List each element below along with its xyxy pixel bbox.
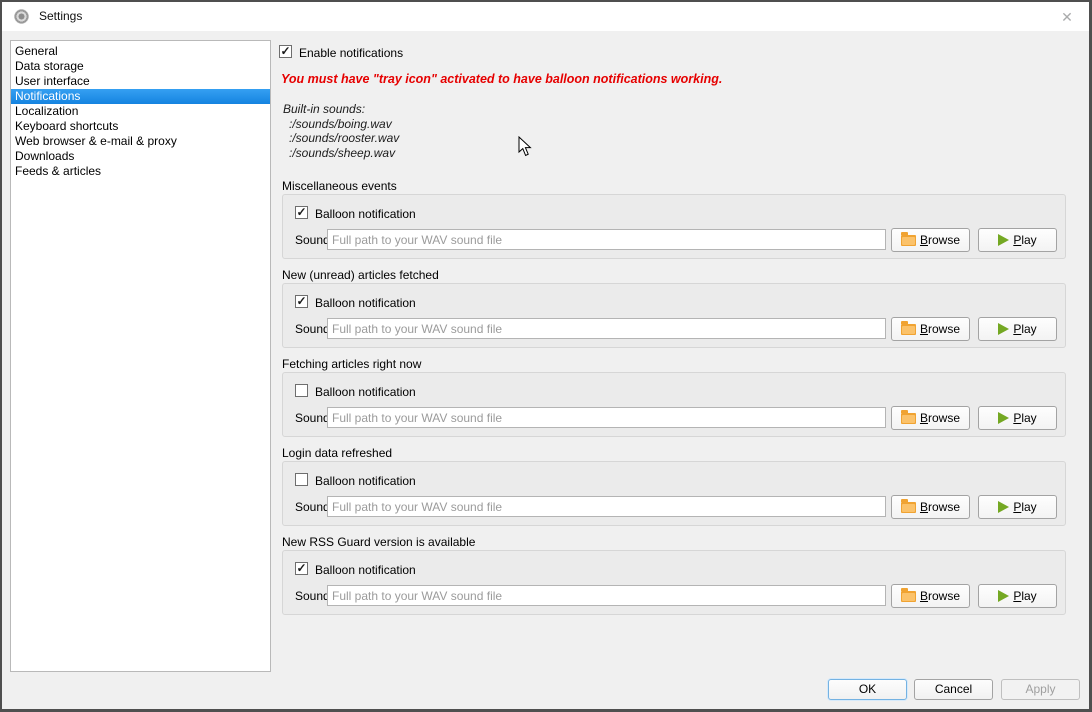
title-bar: Settings ✕ [2,2,1089,31]
sound-label: Sound [295,233,330,247]
section-title-miscellaneous-events: Miscellaneous events [282,179,397,193]
play-icon [998,234,1009,246]
enable-notifications-checkbox[interactable]: ✓ [279,45,292,58]
balloon-notification-label: Balloon notification [315,563,416,577]
sound-label: Sound [295,322,330,336]
sidebar-item-notifications[interactable]: Notifications [11,89,270,104]
balloon-notification-checkbox-new-rss-guard-version-is-available[interactable]: ✓ [295,562,308,575]
browse-button-fetching-articles-right-now[interactable]: Browse [891,406,970,430]
balloon-notification-checkbox-miscellaneous-events[interactable]: ✓ [295,206,308,219]
window-title: Settings [39,9,82,23]
play-button-new-unread-articles-fetched[interactable]: Play [978,317,1057,341]
sound-label: Sound [295,411,330,425]
sound-path-input-fetching-articles-right-now[interactable] [327,407,886,428]
sound-label: Sound [295,589,330,603]
play-button-new-rss-guard-version-is-available-label: Play [1013,589,1036,603]
browse-button-new-rss-guard-version-is-available-label: Browse [920,589,960,603]
section-title-login-data-refreshed: Login data refreshed [282,446,392,460]
balloon-notification-checkbox-fetching-articles-right-now[interactable] [295,384,308,397]
play-button-login-data-refreshed[interactable]: Play [978,495,1057,519]
balloon-notification-label: Balloon notification [315,296,416,310]
section-box-new-rss-guard-version-is-available: ✓ Balloon notification Sound Browse Play [282,550,1066,615]
mouse-cursor [518,136,532,157]
balloon-notification-checkbox-login-data-refreshed[interactable] [295,473,308,486]
play-button-miscellaneous-events-label: Play [1013,233,1036,247]
browse-button-fetching-articles-right-now-label: Browse [920,411,960,425]
section-title-new-unread-articles-fetched: New (unread) articles fetched [282,268,439,282]
tray-icon-warning-text: You must have "tray icon" activated to h… [281,72,722,86]
sound-label: Sound [295,500,330,514]
sidebar-item-web-browser-e-mail-proxy[interactable]: Web browser & e-mail & proxy [11,134,270,149]
sidebar-item-feeds-articles[interactable]: Feeds & articles [11,164,270,179]
sound-path-input-miscellaneous-events[interactable] [327,229,886,250]
sidebar-item-downloads[interactable]: Downloads [11,149,270,164]
builtin-sound-path: :/sounds/boing.wav [283,117,399,132]
section-box-miscellaneous-events: ✓ Balloon notification Sound Browse Play [282,194,1066,259]
sidebar-item-data-storage[interactable]: Data storage [11,59,270,74]
play-button-new-unread-articles-fetched-label: Play [1013,322,1036,336]
folder-icon [901,591,916,602]
sidebar-item-general[interactable]: General [11,44,270,59]
sound-path-input-login-data-refreshed[interactable] [327,496,886,517]
play-button-new-rss-guard-version-is-available[interactable]: Play [978,584,1057,608]
play-button-miscellaneous-events[interactable]: Play [978,228,1057,252]
balloon-notification-label: Balloon notification [315,385,416,399]
ok-button[interactable]: OK [828,679,907,700]
balloon-notification-label: Balloon notification [315,474,416,488]
close-icon[interactable]: ✕ [1057,7,1077,27]
play-button-fetching-articles-right-now-label: Play [1013,411,1036,425]
browse-button-miscellaneous-events[interactable]: Browse [891,228,970,252]
sidebar-item-user-interface[interactable]: User interface [11,74,270,89]
folder-icon [901,502,916,513]
sidebar-item-keyboard-shortcuts[interactable]: Keyboard shortcuts [11,119,270,134]
section-box-login-data-refreshed: Balloon notification Sound Browse Play [282,461,1066,526]
section-box-new-unread-articles-fetched: ✓ Balloon notification Sound Browse Play [282,283,1066,348]
settings-category-list[interactable]: GeneralData storageUser interfaceNotific… [10,40,271,672]
play-icon [998,501,1009,513]
settings-gear-icon [14,9,29,24]
builtin-sound-path: :/sounds/rooster.wav [283,131,399,146]
browse-button-new-unread-articles-fetched-label: Browse [920,322,960,336]
folder-icon [901,324,916,335]
browse-button-new-unread-articles-fetched[interactable]: Browse [891,317,970,341]
balloon-notification-label: Balloon notification [315,207,416,221]
settings-dialog: Settings ✕ GeneralData storageUser inter… [2,2,1089,709]
builtin-sound-path: :/sounds/sheep.wav [283,146,399,161]
browse-button-login-data-refreshed[interactable]: Browse [891,495,970,519]
folder-icon [901,413,916,424]
cancel-button[interactable]: Cancel [914,679,993,700]
browse-button-login-data-refreshed-label: Browse [920,500,960,514]
browse-button-new-rss-guard-version-is-available[interactable]: Browse [891,584,970,608]
section-box-fetching-articles-right-now: Balloon notification Sound Browse Play [282,372,1066,437]
sound-path-input-new-unread-articles-fetched[interactable] [327,318,886,339]
section-title-fetching-articles-right-now: Fetching articles right now [282,357,421,371]
play-button-login-data-refreshed-label: Play [1013,500,1036,514]
section-title-new-rss-guard-version-is-available: New RSS Guard version is available [282,535,475,549]
play-icon [998,323,1009,335]
folder-icon [901,235,916,246]
enable-notifications-label: Enable notifications [299,46,403,60]
balloon-notification-checkbox-new-unread-articles-fetched[interactable]: ✓ [295,295,308,308]
play-icon [998,590,1009,602]
apply-button: Apply [1001,679,1080,700]
play-button-fetching-articles-right-now[interactable]: Play [978,406,1057,430]
play-icon [998,412,1009,424]
sound-path-input-new-rss-guard-version-is-available[interactable] [327,585,886,606]
sidebar-item-localization[interactable]: Localization [11,104,270,119]
builtin-sounds-block: Built-in sounds: :/sounds/boing.wav:/sou… [283,102,399,160]
browse-button-miscellaneous-events-label: Browse [920,233,960,247]
builtin-sounds-heading: Built-in sounds: [283,102,399,117]
